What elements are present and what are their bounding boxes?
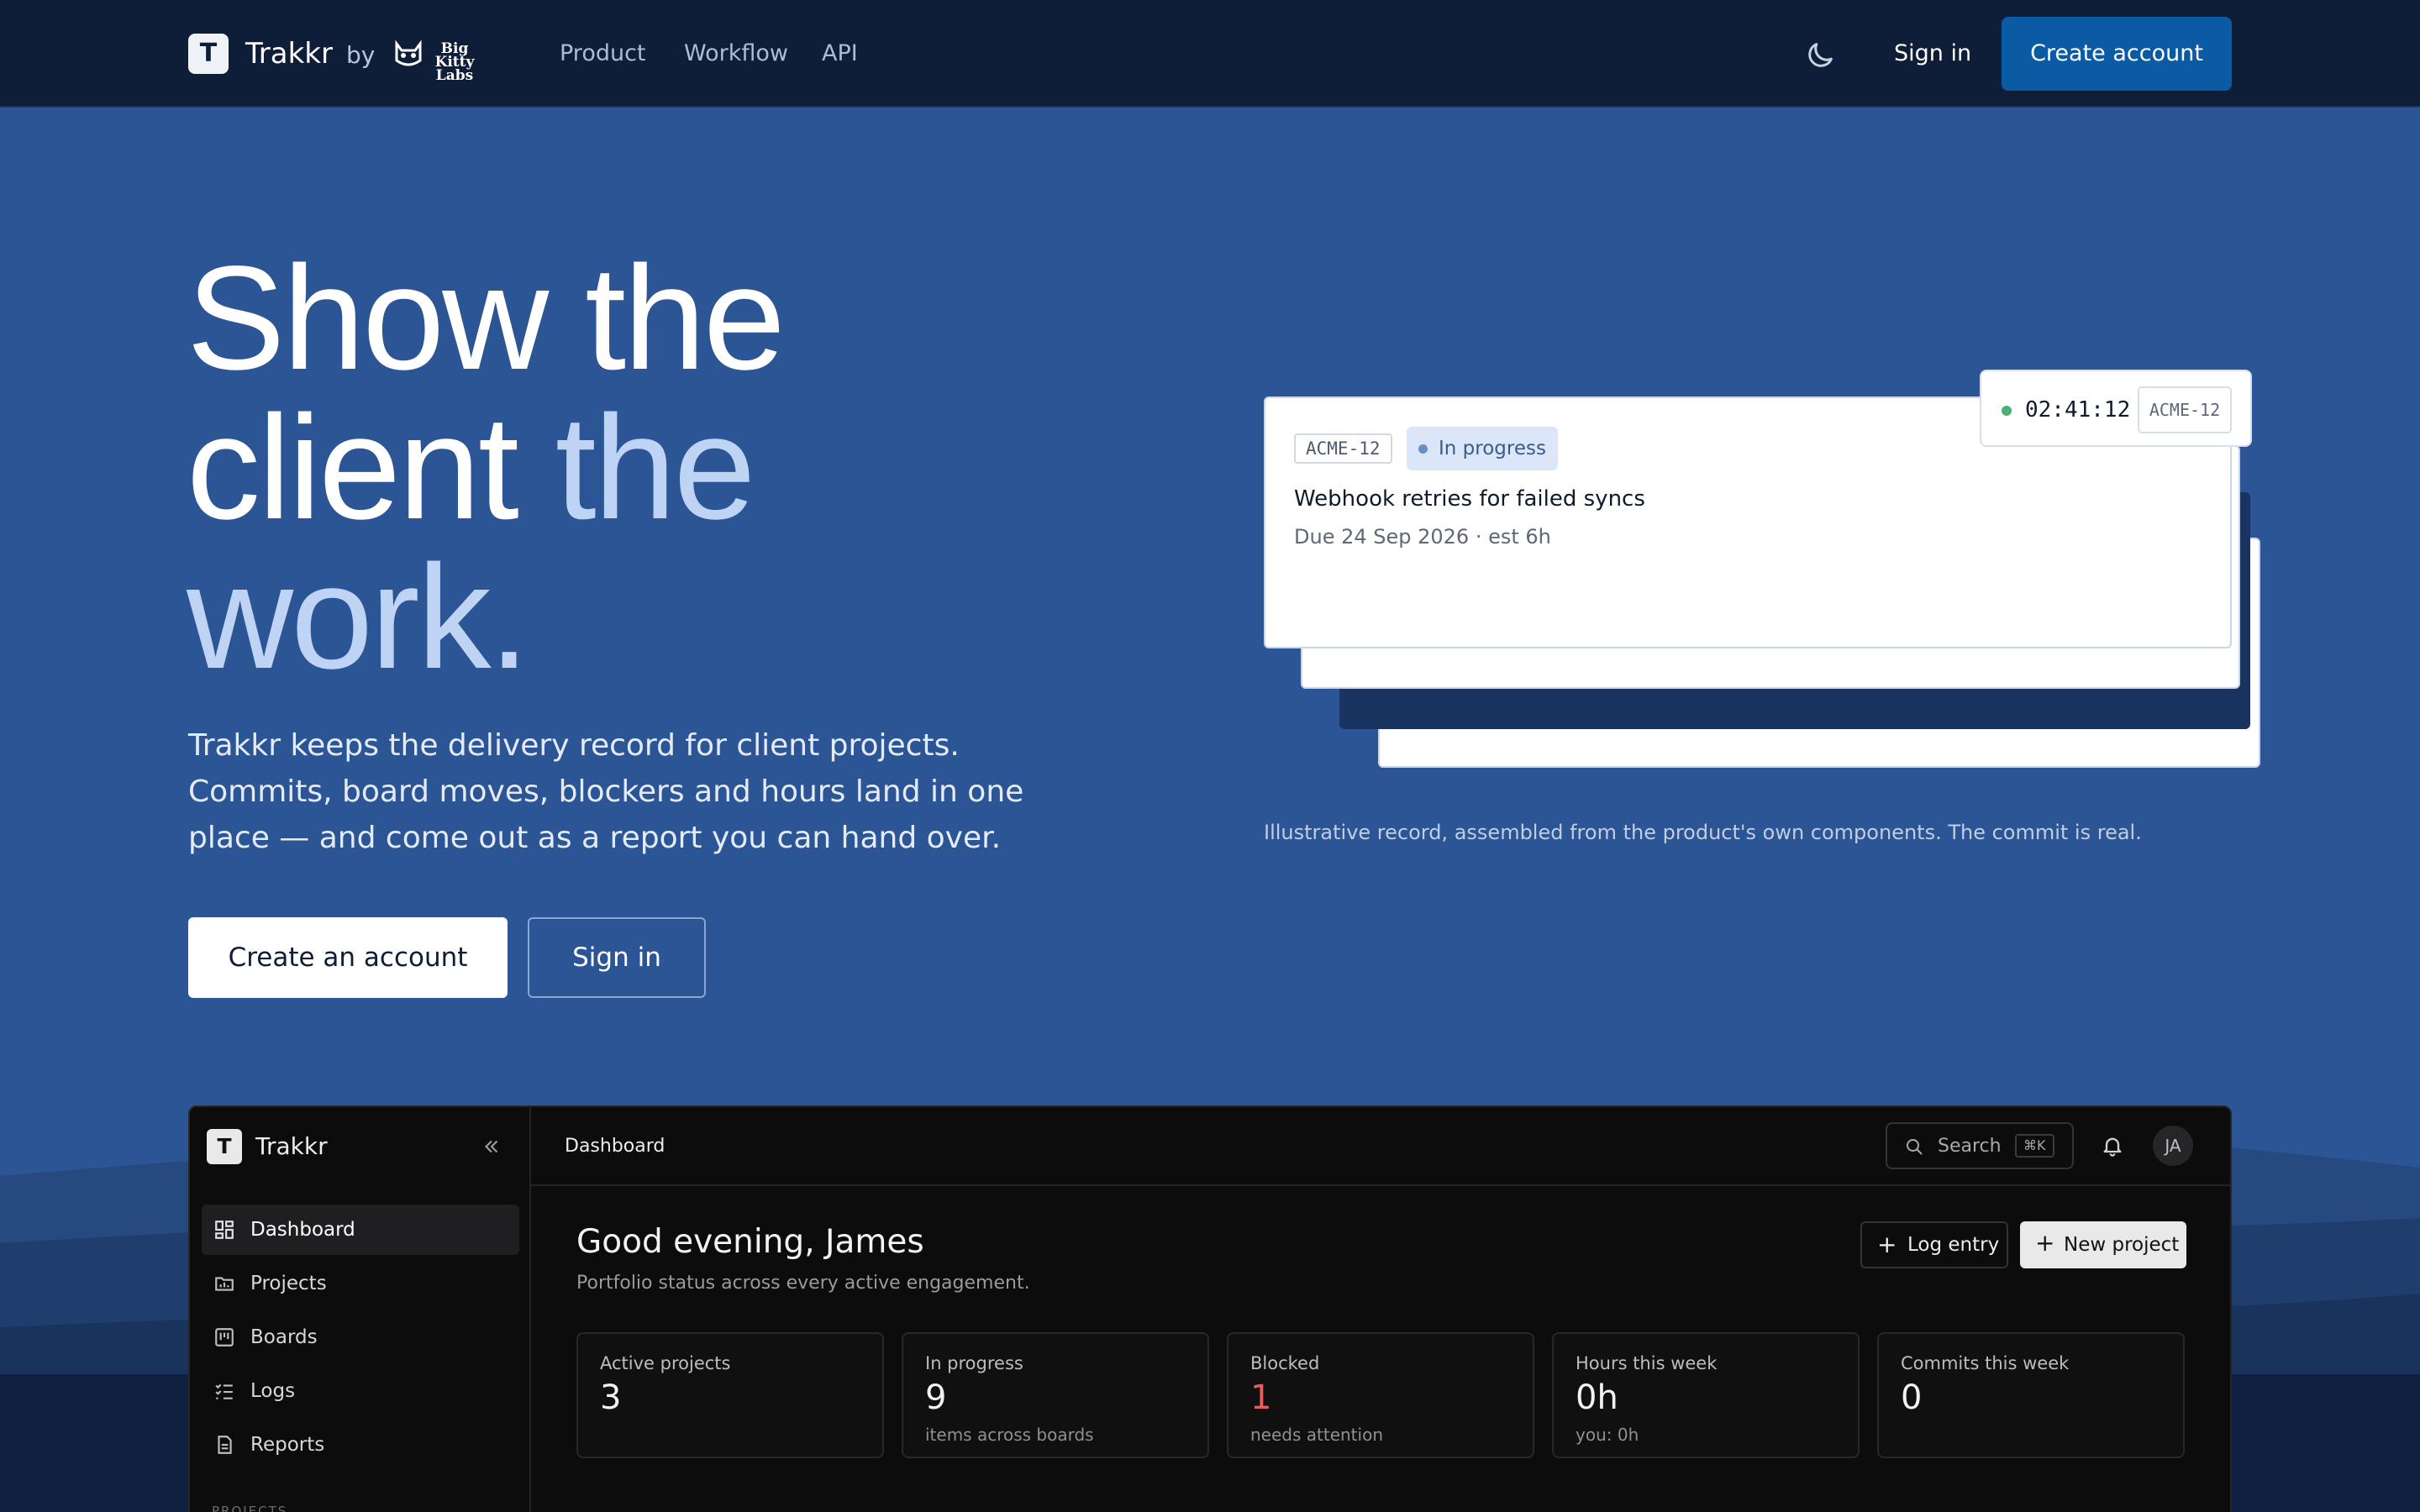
hero-title: Show the client the work.	[187, 236, 786, 700]
search-button[interactable]: Search ⌘K	[1886, 1122, 2074, 1169]
new-project-button[interactable]: + New project	[2020, 1221, 2186, 1268]
cat-icon	[395, 39, 422, 66]
stat-card-commits-this-week[interactable]: Commits this week 0	[1877, 1332, 2185, 1458]
breadcrumb[interactable]: Dashboard	[565, 1133, 665, 1160]
trakkr-logo[interactable]: T	[188, 34, 229, 74]
stat-card-active-projects[interactable]: Active projects 3	[576, 1332, 884, 1458]
illustration-note: Illustrative record, assembled from the …	[1264, 821, 2142, 844]
nav-link-product[interactable]: Product	[560, 39, 646, 69]
timer-running-dot	[2002, 406, 2012, 416]
timer-value: 02:41:12	[2025, 397, 2131, 423]
nav-link-api[interactable]: API	[822, 39, 858, 69]
folder-icon	[215, 1277, 234, 1291]
dashboard-icon	[215, 1221, 234, 1239]
lab-logo: Big Kitty Labs	[434, 40, 475, 84]
app-logo[interactable]: T	[207, 1129, 242, 1164]
hero-sign-in-button[interactable]: Sign in	[528, 917, 706, 998]
create-account-button[interactable]: Create account	[2002, 17, 2232, 91]
sidebar-item-logs[interactable]: Logs	[202, 1366, 519, 1416]
by-label: by	[346, 41, 376, 69]
top-navbar: T Trakkr by Big Kitty Labs Product Workf…	[0, 0, 2420, 108]
status-dot	[1418, 444, 1428, 454]
report-icon	[218, 1436, 232, 1454]
sidebar-item-dashboard[interactable]: Dashboard	[202, 1205, 519, 1255]
log-entry-button[interactable]: + Log entry	[1860, 1221, 2008, 1268]
search-shortcut: ⌘K	[2015, 1134, 2054, 1158]
create-an-account-button[interactable]: Create an account	[188, 917, 508, 998]
collapse-sidebar-icon[interactable]	[481, 1136, 502, 1158]
sidebar-item-projects[interactable]: Projects	[202, 1258, 519, 1309]
board-icon	[215, 1328, 234, 1347]
bell-icon[interactable]	[2101, 1134, 2124, 1158]
search-icon	[1907, 1139, 1923, 1155]
avatar[interactable]: JA	[2153, 1126, 2193, 1166]
stat-card-blocked[interactable]: Blocked 1 needs attention	[1227, 1332, 1534, 1458]
nav-link-workflow[interactable]: Workflow	[684, 39, 788, 69]
stat-card-in-progress[interactable]: In progress 9 items across boards	[902, 1332, 1209, 1458]
ticket-meta: Due 24 Sep 2026 · est 6h	[1294, 525, 1551, 549]
timer-ticket-tag: ACME-12	[2138, 386, 2232, 433]
app-brand: Trakkr	[255, 1132, 328, 1160]
sign-in-link[interactable]: Sign in	[1894, 39, 1971, 69]
ticket-title: Webhook retries for failed syncs	[1294, 486, 1645, 512]
greeting-subtitle: Portfolio status across every active eng…	[576, 1273, 1030, 1294]
stat-card-hours-this-week[interactable]: Hours this week 0h you: 0h	[1552, 1332, 1860, 1458]
greeting-title: Good evening, James	[576, 1223, 924, 1261]
sidebar-section-label: PROJECTS	[212, 1504, 288, 1512]
checklist-icon	[215, 1383, 233, 1399]
sidebar-item-reports[interactable]: Reports	[202, 1420, 519, 1470]
plus-icon: +	[2035, 1229, 2055, 1257]
brand-name[interactable]: Trakkr	[245, 35, 333, 72]
sidebar-item-boards[interactable]: Boards	[202, 1312, 519, 1362]
app-topbar: Dashboard Search ⌘K JA	[531, 1107, 2230, 1186]
app-preview-window: T Trakkr Dashboard Projects Boards Logs …	[188, 1105, 2232, 1512]
hero-description: Trakkr keeps the delivery record for cli…	[188, 728, 1024, 855]
moon-icon[interactable]	[1803, 39, 1837, 72]
app-sidebar: T Trakkr Dashboard Projects Boards Logs …	[190, 1107, 531, 1512]
ticket-id-tag: ACME-12	[1294, 433, 1392, 464]
status-badge: In progress	[1407, 427, 1558, 470]
timer-widget[interactable]: 02:41:12 ACME-12	[1980, 370, 2252, 447]
plus-icon: +	[1877, 1231, 1897, 1258]
